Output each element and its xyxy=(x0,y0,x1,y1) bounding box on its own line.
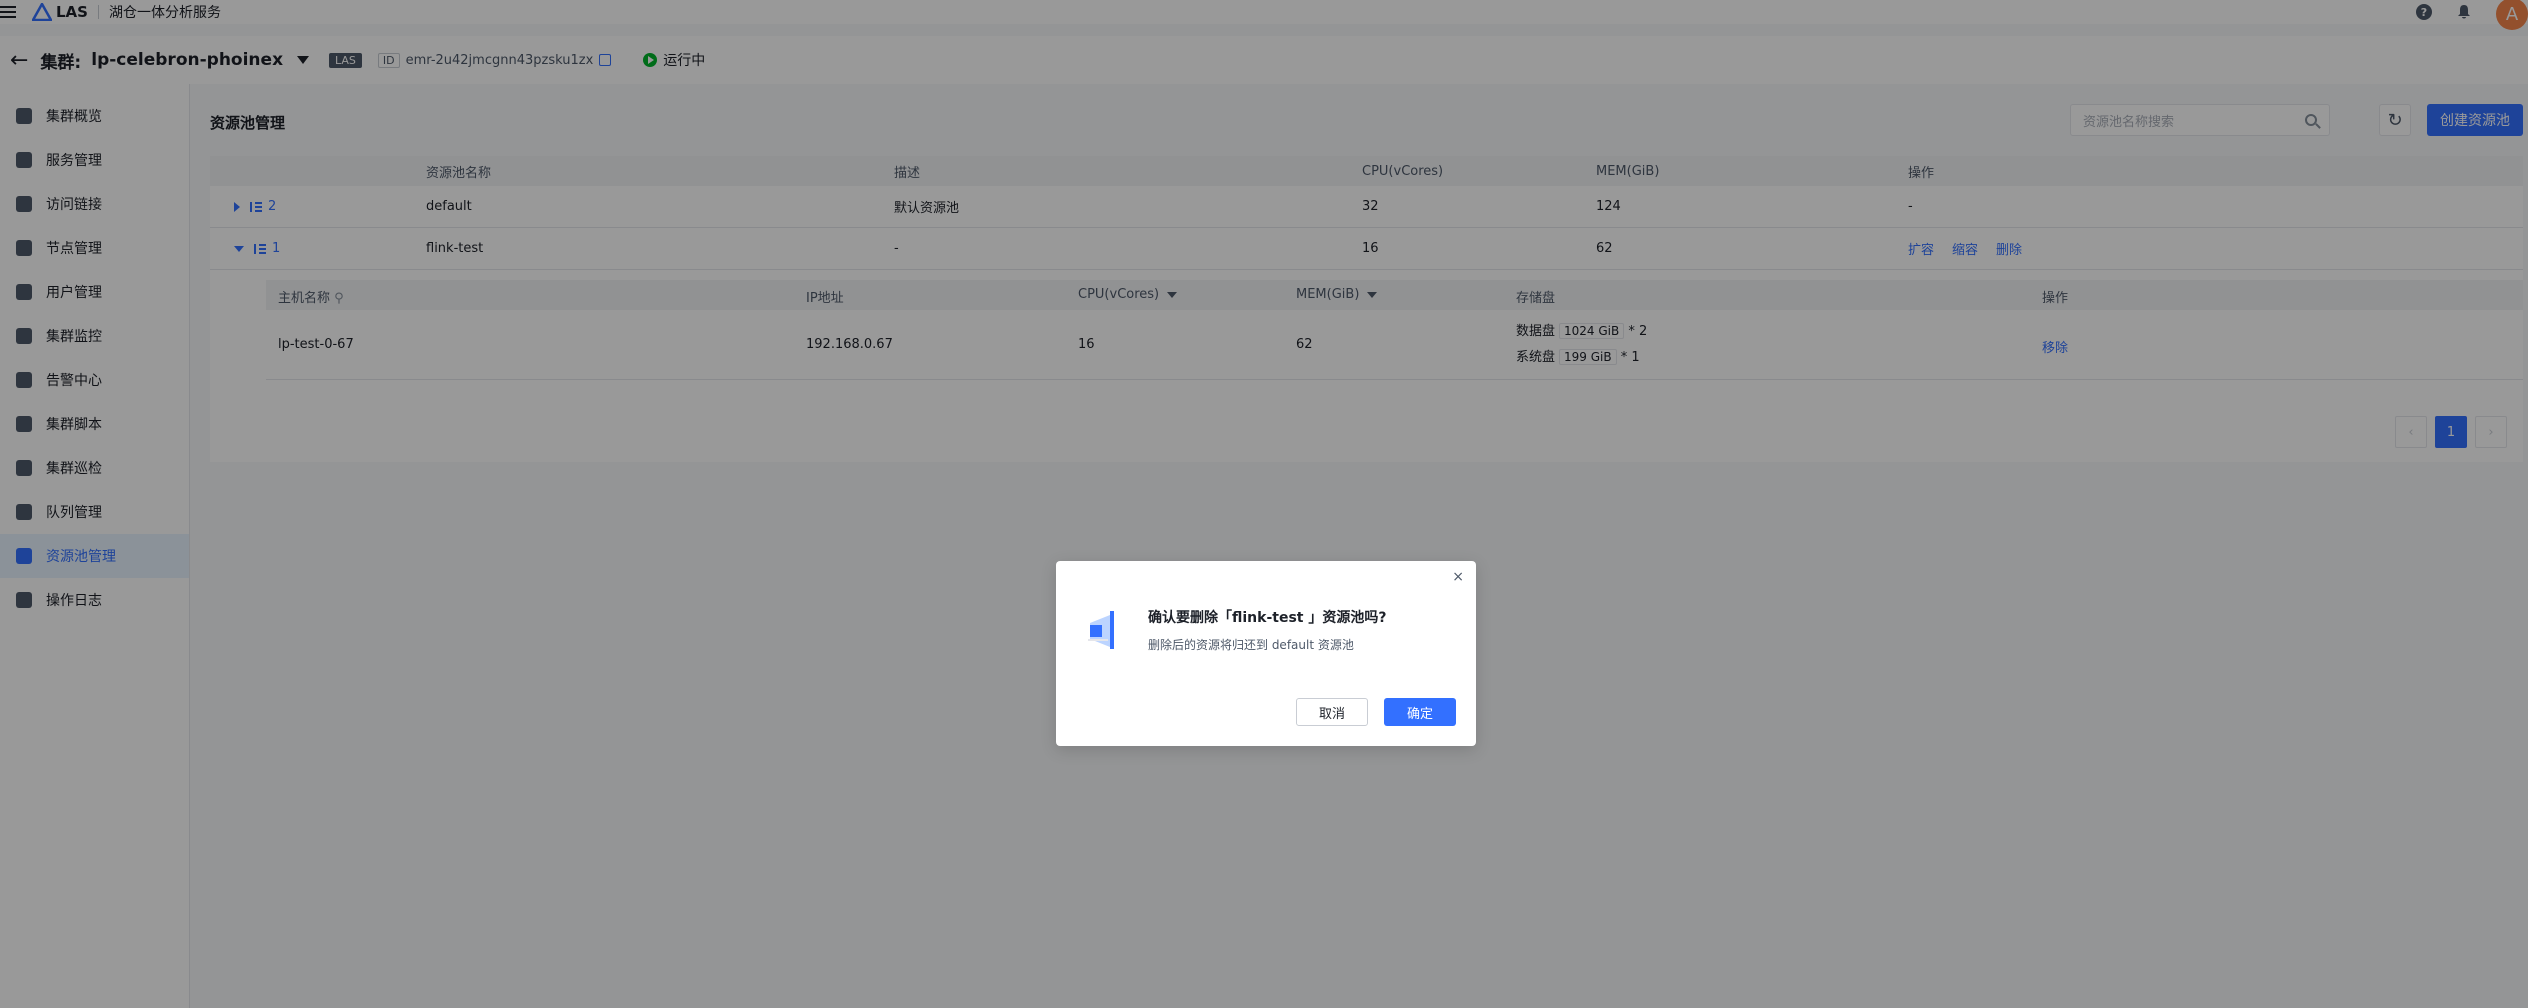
modal-overlay[interactable] xyxy=(0,0,2528,1008)
cancel-button[interactable]: 取消 xyxy=(1296,698,1368,726)
close-icon[interactable]: × xyxy=(1452,569,1464,585)
dialog-description: 删除后的资源将归还到 default 资源池 xyxy=(1148,638,1354,652)
delete-confirm-dialog: × 确认要删除「flink-test 」资源池吗? 删除后的资源将归还到 def… xyxy=(1056,561,1476,746)
warning-illustration-icon xyxy=(1088,611,1114,649)
confirm-button[interactable]: 确定 xyxy=(1384,698,1456,726)
dialog-title: 确认要删除「flink-test 」资源池吗? xyxy=(1148,610,1387,626)
